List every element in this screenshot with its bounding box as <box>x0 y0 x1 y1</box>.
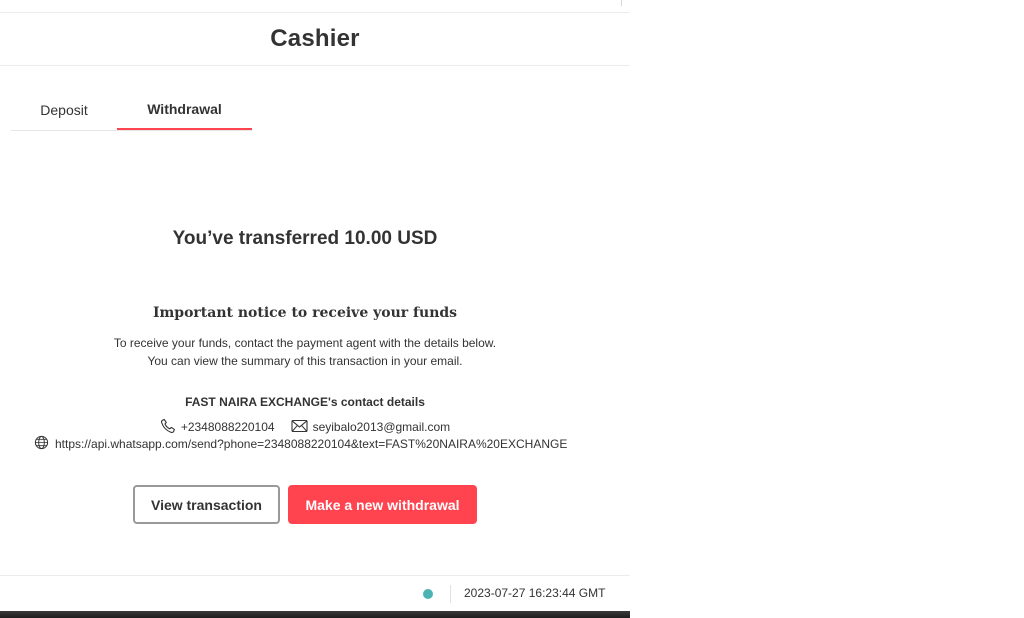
transfer-confirmation-heading: You’ve transferred 10.00 USD <box>172 228 438 249</box>
email-icon <box>291 419 313 436</box>
notice-line-2: You can view the summary of this transac… <box>147 354 463 368</box>
cashier-panel: Cashier Deposit Withdrawal You’ve transf… <box>0 0 630 618</box>
cashier-tabs: Deposit Withdrawal <box>11 90 252 131</box>
page: Cashier Deposit Withdrawal You’ve transf… <box>0 0 1024 618</box>
agent-phone-number: +2348088220104 <box>180 420 275 434</box>
tab-withdrawal[interactable]: Withdrawal <box>117 90 252 130</box>
page-title: Cashier <box>270 25 360 52</box>
notice-line-1: To receive your funds, contact the payme… <box>113 336 497 350</box>
agent-url-link[interactable]: https://api.whatsapp.com/send?phone=2348… <box>55 437 567 451</box>
tab-deposit[interactable]: Deposit <box>11 90 117 130</box>
new-withdrawal-button[interactable]: Make a new withdrawal <box>288 485 477 524</box>
footer-divider <box>450 585 451 603</box>
phone-icon <box>160 418 181 437</box>
bottom-bar <box>0 611 630 618</box>
server-time: 2023-07-27 16:23:44 GMT <box>464 586 606 600</box>
globe-icon <box>34 435 55 453</box>
agent-phone: +2348088220104 <box>160 418 275 437</box>
agent-contact-row: +2348088220104 seyibalo2013@gmail.com <box>0 418 610 436</box>
agent-contact-title: FAST NAIRA EXCHANGE's contact details <box>185 395 425 409</box>
cashier-header: Cashier <box>0 13 630 66</box>
notice-text: To receive your funds, contact the payme… <box>0 334 610 370</box>
notice-title: Important notice to receive your funds <box>152 305 458 321</box>
network-status-indicator <box>423 589 433 599</box>
agent-email-address: seyibalo2013@gmail.com <box>312 420 451 434</box>
agent-url: https://api.whatsapp.com/send?phone=2348… <box>34 435 567 453</box>
status-footer: 2023-07-27 16:23:44 GMT <box>0 575 630 612</box>
view-transaction-button[interactable]: View transaction <box>133 485 280 524</box>
agent-email: seyibalo2013@gmail.com <box>291 419 451 436</box>
top-right-divider <box>621 0 622 6</box>
